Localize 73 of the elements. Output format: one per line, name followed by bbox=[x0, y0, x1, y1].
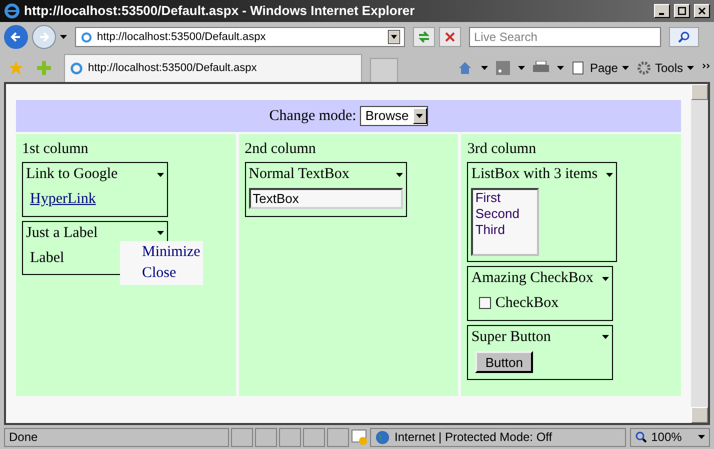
web-part-title: Super Button bbox=[471, 328, 551, 347]
search-icon bbox=[678, 31, 690, 43]
dropdown-icon[interactable] bbox=[480, 66, 488, 70]
status-text: Done bbox=[4, 428, 229, 446]
maximize-icon bbox=[678, 7, 686, 15]
back-arrow-icon bbox=[10, 31, 22, 43]
dropdown-icon[interactable] bbox=[606, 172, 613, 176]
dropdown-icon[interactable] bbox=[157, 172, 164, 176]
dropdown-icon[interactable] bbox=[698, 435, 705, 439]
document-icon bbox=[572, 61, 586, 75]
checkbox[interactable] bbox=[479, 297, 492, 310]
search-field[interactable]: Live Search bbox=[469, 27, 661, 47]
page-menu[interactable]: Page bbox=[572, 59, 629, 77]
dropdown-icon[interactable] bbox=[518, 66, 525, 70]
dropdown-icon[interactable] bbox=[602, 335, 610, 339]
lock-warning-icon bbox=[350, 428, 368, 446]
label-text: Label bbox=[30, 250, 64, 266]
dropdown-icon[interactable] bbox=[157, 231, 164, 235]
minimize-button[interactable] bbox=[654, 4, 670, 18]
forward-arrow-icon bbox=[38, 31, 50, 43]
status-pane bbox=[230, 428, 253, 446]
globe-icon bbox=[375, 430, 390, 444]
stop-button[interactable] bbox=[439, 27, 461, 47]
web-part-title: ListBox with 3 items bbox=[471, 165, 598, 184]
dropdown-icon[interactable] bbox=[556, 66, 564, 70]
status-pane bbox=[326, 428, 349, 446]
list-box[interactable]: First Second Third bbox=[471, 188, 540, 256]
text-field[interactable]: TextBox bbox=[248, 188, 403, 209]
menu-item[interactable]: Close bbox=[142, 262, 203, 284]
search-button[interactable] bbox=[669, 27, 699, 47]
zone-text: Internet | Protected Mode: Off bbox=[394, 429, 552, 446]
web-part-title: Normal TextBox bbox=[248, 165, 350, 184]
list-item[interactable]: Third bbox=[475, 222, 536, 238]
hyperlink[interactable]: HyperLink bbox=[30, 191, 96, 207]
status-pane bbox=[278, 428, 301, 446]
star-icon[interactable] bbox=[8, 60, 24, 76]
address-field[interactable]: http://localhost:53500/Default.aspx bbox=[75, 27, 405, 47]
list-item[interactable]: Second bbox=[475, 206, 536, 222]
close-icon bbox=[698, 7, 706, 15]
checkbox-label: CheckBox bbox=[495, 294, 559, 313]
stop-icon bbox=[445, 32, 455, 42]
dropdown-icon[interactable] bbox=[388, 30, 400, 44]
refresh-icon bbox=[417, 31, 431, 43]
column-title: 1st column bbox=[22, 140, 90, 158]
close-button[interactable] bbox=[694, 4, 710, 18]
refresh-button[interactable] bbox=[413, 27, 435, 47]
menu-item[interactable]: Minimize bbox=[142, 242, 203, 262]
web-part-title: Just a Label bbox=[26, 224, 98, 243]
dropdown-icon[interactable] bbox=[687, 66, 694, 70]
column-title: 2nd column bbox=[244, 140, 317, 158]
tools-menu[interactable]: Tools bbox=[636, 59, 694, 77]
dropdown-icon[interactable] bbox=[622, 66, 629, 70]
status-pane bbox=[254, 428, 277, 446]
maximize-button[interactable] bbox=[674, 4, 690, 18]
mode-label: Change mode: bbox=[269, 106, 356, 126]
column-title: 3rd column bbox=[467, 140, 538, 158]
dropdown-icon[interactable] bbox=[602, 276, 610, 280]
web-part-title: Amazing CheckBox bbox=[471, 269, 594, 288]
dropdown-icon[interactable] bbox=[60, 35, 67, 39]
list-item[interactable]: First bbox=[475, 190, 536, 206]
button[interactable]: Button bbox=[475, 350, 533, 372]
gear-icon bbox=[636, 61, 651, 75]
window-title: http://localhost:53500/Default.aspx - Windows Internet Explorer bbox=[24, 2, 416, 20]
zoom-button[interactable]: 100% bbox=[630, 428, 710, 446]
web-part-title: Link to Google bbox=[26, 165, 118, 184]
browser-tab[interactable]: http://localhost:53500/Default.aspx bbox=[64, 54, 362, 82]
status-pane bbox=[302, 428, 325, 446]
back-button[interactable] bbox=[4, 25, 28, 49]
zoom-icon bbox=[635, 431, 648, 443]
scrollbar[interactable] bbox=[691, 84, 708, 423]
mode-select[interactable]: Browse bbox=[360, 106, 428, 126]
printer-icon[interactable] bbox=[532, 61, 549, 75]
dropdown-icon[interactable] bbox=[396, 172, 403, 176]
